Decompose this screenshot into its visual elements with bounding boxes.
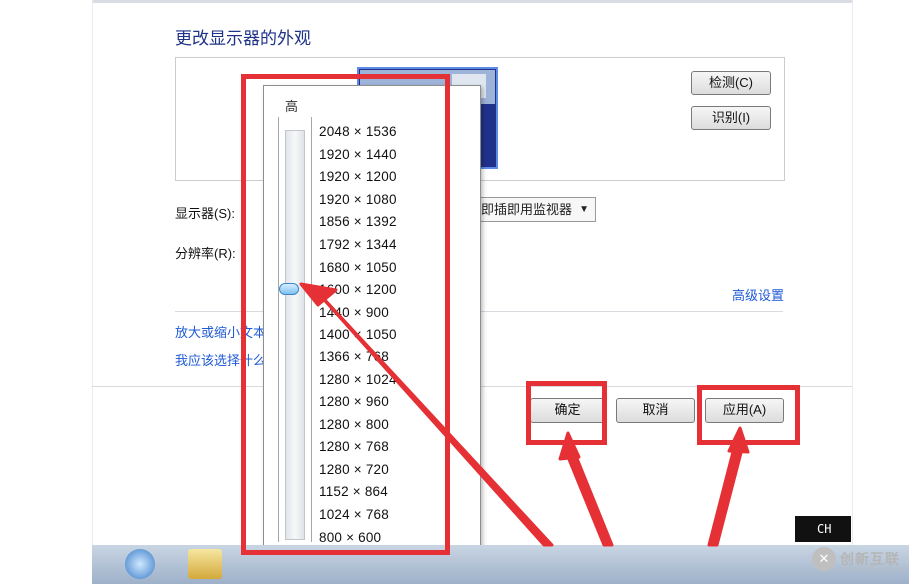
arrow-shaft-resolution [316,291,554,547]
watermark-subtitle: CHUANGXIN HULIAN [840,566,906,572]
annotation-arrows [299,282,750,547]
arrow-shaft-ok [564,449,614,547]
watermark-logo-icon: ✕ [812,547,836,571]
arrow-shaft-apply [707,446,744,547]
